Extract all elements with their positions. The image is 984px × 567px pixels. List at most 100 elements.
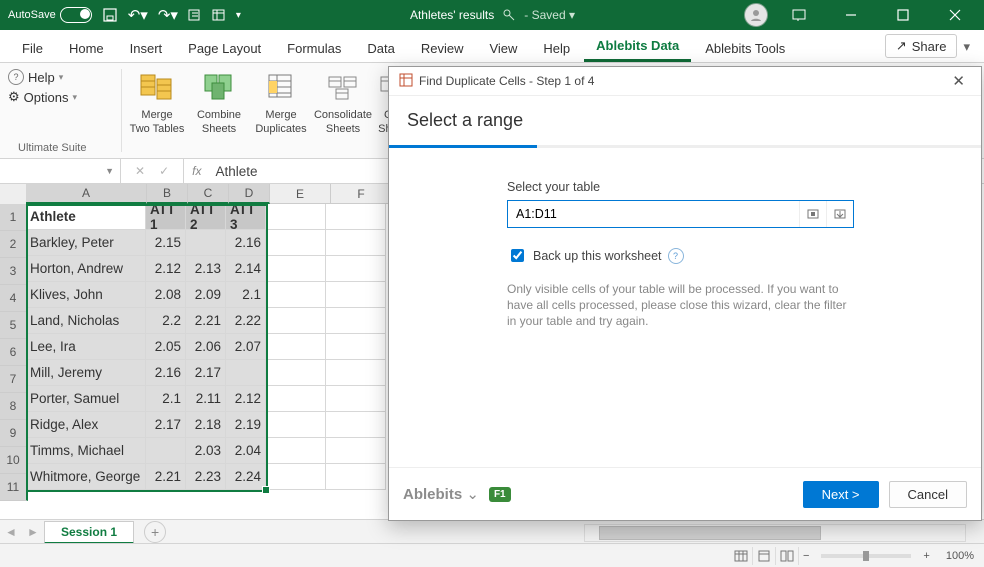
cell[interactable]: Barkley, Peter — [26, 230, 146, 256]
cells[interactable]: AthleteATT 1ATT 2ATT 3Barkley, Peter2.15… — [26, 204, 386, 490]
cell[interactable] — [266, 386, 326, 412]
view-page-layout-icon[interactable] — [753, 547, 776, 565]
quick-icon-2[interactable] — [212, 8, 226, 22]
cell[interactable]: 2.05 — [146, 334, 186, 360]
cell[interactable] — [266, 412, 326, 438]
autosave-toggle[interactable]: AutoSave — [8, 7, 92, 23]
range-input[interactable] — [508, 201, 799, 227]
cell[interactable]: 2.22 — [226, 308, 266, 334]
name-box-input[interactable] — [6, 163, 105, 179]
row-header[interactable]: 11 — [0, 474, 28, 501]
fx-icon[interactable]: fx — [184, 164, 209, 178]
row-header[interactable]: 3 — [0, 258, 28, 285]
expand-selection-icon[interactable] — [799, 201, 826, 227]
cell[interactable]: 2.09 — [186, 282, 226, 308]
dialog-close-icon[interactable]: ✕ — [946, 70, 971, 92]
cell[interactable]: Horton, Andrew — [26, 256, 146, 282]
chevron-down-icon[interactable]: ⌄ — [466, 486, 479, 503]
cell[interactable]: Whitmore, George — [26, 464, 146, 490]
cell[interactable] — [146, 438, 186, 464]
cell[interactable] — [266, 308, 326, 334]
close-icon[interactable] — [934, 0, 976, 30]
view-page-break-icon[interactable] — [776, 547, 799, 565]
cell[interactable]: 2.1 — [226, 282, 266, 308]
cell[interactable]: 2.16 — [146, 360, 186, 386]
tab-page-layout[interactable]: Page Layout — [176, 35, 273, 62]
row-header[interactable]: 7 — [0, 366, 28, 393]
ribbon-display-icon[interactable] — [778, 0, 820, 30]
cell[interactable] — [266, 282, 326, 308]
cell[interactable] — [326, 360, 386, 386]
cell[interactable]: 2.17 — [146, 412, 186, 438]
cell[interactable] — [186, 230, 226, 256]
cell[interactable]: 2.06 — [186, 334, 226, 360]
cell[interactable] — [326, 412, 386, 438]
minimize-icon[interactable] — [830, 0, 872, 30]
scrollbar-thumb[interactable] — [599, 526, 821, 540]
cell[interactable]: 2.12 — [226, 386, 266, 412]
cell[interactable] — [326, 256, 386, 282]
cell[interactable]: 2.19 — [226, 412, 266, 438]
dialog-titlebar[interactable]: Find Duplicate Cells - Step 1 of 4 ✕ — [389, 67, 981, 96]
cell[interactable]: Land, Nicholas — [26, 308, 146, 334]
maximize-icon[interactable] — [882, 0, 924, 30]
tab-ablebits-tools[interactable]: Ablebits Tools — [693, 35, 797, 62]
cell[interactable]: 2.21 — [186, 308, 226, 334]
tab-data[interactable]: Data — [355, 35, 406, 62]
tab-help[interactable]: Help — [531, 35, 582, 62]
row-header[interactable]: 6 — [0, 339, 28, 366]
cell[interactable] — [266, 334, 326, 360]
next-button[interactable]: Next > — [803, 481, 879, 508]
cell[interactable] — [326, 438, 386, 464]
cell[interactable]: ATT 3 — [226, 204, 266, 230]
add-sheet-button[interactable]: + — [144, 521, 166, 543]
cell[interactable]: Porter, Samuel — [26, 386, 146, 412]
collapse-dialog-icon[interactable] — [826, 201, 853, 227]
cell[interactable] — [226, 360, 266, 386]
cell[interactable]: 2.2 — [146, 308, 186, 334]
tab-insert[interactable]: Insert — [118, 35, 175, 62]
cell[interactable]: ATT 1 — [146, 204, 186, 230]
cell[interactable]: 2.08 — [146, 282, 186, 308]
row-header[interactable]: 4 — [0, 285, 28, 312]
tab-ablebits-data[interactable]: Ablebits Data — [584, 32, 691, 62]
tab-formulas[interactable]: Formulas — [275, 35, 353, 62]
comments-dropdown[interactable]: ▾ — [959, 36, 974, 58]
cell[interactable]: Lee, Ira — [26, 334, 146, 360]
cell[interactable] — [326, 334, 386, 360]
cell[interactable]: 2.12 — [146, 256, 186, 282]
select-all-corner[interactable] — [0, 184, 27, 205]
tab-view[interactable]: View — [477, 35, 529, 62]
cell[interactable]: 2.14 — [226, 256, 266, 282]
help-button[interactable]: ?Help▾ — [8, 69, 113, 85]
cell[interactable] — [266, 204, 326, 230]
cell[interactable]: 2.21 — [146, 464, 186, 490]
merge-duplicates-button[interactable]: MergeDuplicates — [250, 67, 312, 158]
fill-handle[interactable] — [262, 486, 270, 494]
row-header[interactable]: 2 — [0, 231, 28, 258]
cell[interactable] — [266, 360, 326, 386]
cell[interactable]: 2.1 — [146, 386, 186, 412]
cell[interactable]: 2.11 — [186, 386, 226, 412]
row-header[interactable]: 8 — [0, 393, 28, 420]
info-icon[interactable]: ? — [668, 248, 684, 264]
cell[interactable]: Klives, John — [26, 282, 146, 308]
cell[interactable]: Timms, Michael — [26, 438, 146, 464]
sheet-nav-prev[interactable]: ◄ — [0, 525, 22, 539]
row-header[interactable]: 1 — [0, 204, 28, 231]
cell[interactable] — [326, 308, 386, 334]
name-box[interactable]: ▼ — [0, 159, 121, 183]
tab-home[interactable]: Home — [57, 35, 116, 62]
combine-sheets-button[interactable]: CombineSheets — [188, 67, 250, 158]
redo-icon[interactable]: ↷▾ — [158, 6, 178, 24]
cell[interactable] — [326, 282, 386, 308]
tab-review[interactable]: Review — [409, 35, 476, 62]
share-button[interactable]: ↗Share — [885, 34, 958, 58]
cell[interactable] — [266, 464, 326, 490]
cell[interactable]: 2.23 — [186, 464, 226, 490]
cell[interactable]: ATT 2 — [186, 204, 226, 230]
undo-icon[interactable]: ↶▾ — [128, 6, 148, 24]
row-header[interactable]: 9 — [0, 420, 28, 447]
column-header[interactable]: E — [270, 184, 331, 204]
cell[interactable]: 2.17 — [186, 360, 226, 386]
